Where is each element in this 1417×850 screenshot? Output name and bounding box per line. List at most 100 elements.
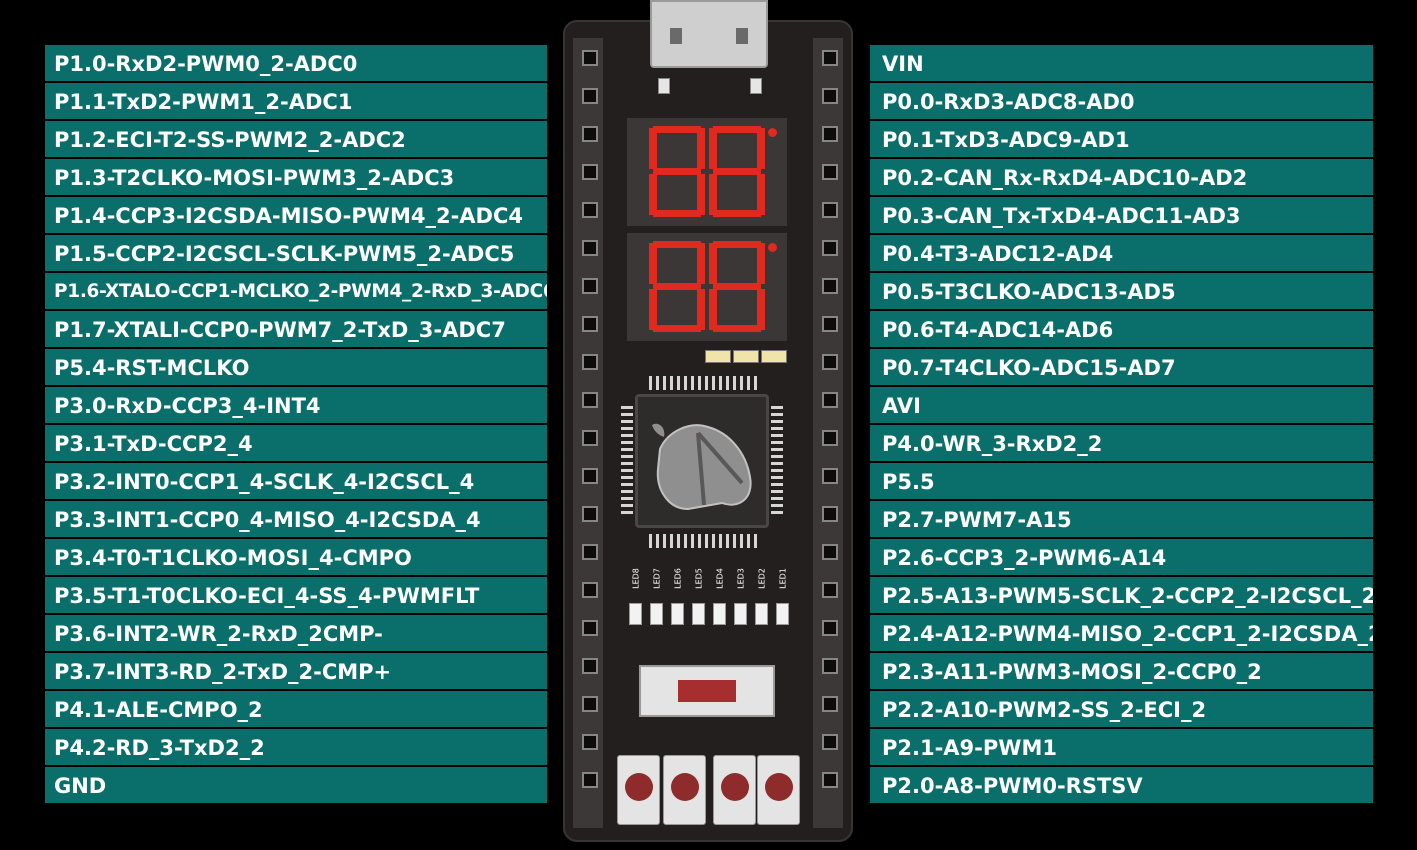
left-pin-labels: P1.0-RxD2-PWM0_2-ADC0 P1.1-TxD2-PWM1_2-AD… [45, 45, 547, 805]
pin-label: P2.0-A8-PWM0-RSTSV [870, 767, 1373, 803]
button-cap[interactable] [625, 773, 653, 801]
pin-label: P3.0-RxD-CCP3_4-INT4 [45, 387, 547, 423]
push-button[interactable] [617, 755, 660, 825]
segment [653, 283, 701, 290]
led [713, 603, 726, 625]
chip-pin [771, 469, 783, 472]
segment [653, 241, 701, 248]
pin-label: P1.4-CCP3-I2CSDA-MISO-PWM4_2-ADC4 [45, 197, 547, 233]
led-label: LED5 [694, 568, 704, 589]
chip-pin [621, 476, 633, 479]
seven-segment-display-bottom [627, 233, 787, 341]
pin-label: P3.4-T0-T1CLKO-MOSI_4-CMPO [45, 539, 547, 575]
decimal-point [768, 128, 777, 137]
led-label: LED6 [673, 568, 683, 589]
pin-label: P0.4-T3-ADC12-AD4 [870, 235, 1373, 271]
chip-pin [705, 534, 708, 548]
pin-label: P4.2-RD_3-TxD2_2 [45, 729, 547, 765]
segment [709, 174, 717, 215]
chip-pin [771, 434, 783, 437]
header-pin [575, 382, 601, 417]
segment [757, 128, 765, 169]
chip-pin [670, 376, 673, 390]
switch-knob[interactable] [678, 680, 736, 702]
pin-label: P3.5-T1-T0CLKO-ECI_4-SS_4-PWMFLT [45, 577, 547, 613]
segment [713, 325, 761, 332]
header-pin [575, 78, 601, 113]
segment [757, 289, 765, 330]
header-pin [815, 78, 841, 113]
chip-pin [754, 376, 757, 390]
left-pin-header [573, 38, 603, 828]
header-pin [575, 648, 601, 683]
chip-pin [771, 476, 783, 479]
usb-tab-right [750, 78, 762, 94]
header-pin [575, 192, 601, 227]
segment [713, 168, 761, 175]
chip-pin [691, 376, 694, 390]
chip-pin [740, 376, 743, 390]
chip-pin [740, 534, 743, 548]
pin-label: P1.0-RxD2-PWM0_2-ADC0 [45, 45, 547, 81]
segment [709, 243, 717, 284]
chip-pin [771, 420, 783, 423]
chip-pin [712, 534, 715, 548]
header-pin [575, 496, 601, 531]
chip-pin [771, 406, 783, 409]
push-button[interactable] [713, 755, 756, 825]
chip-pin [771, 413, 783, 416]
pin-label: P0.7-T4CLKO-ADC15-AD7 [870, 349, 1373, 385]
push-button[interactable] [757, 755, 800, 825]
smd-component [761, 350, 787, 363]
chip-pin [621, 469, 633, 472]
header-pin [575, 306, 601, 341]
chip-pin [621, 413, 633, 416]
header-pin [815, 610, 841, 645]
segment [653, 210, 701, 217]
led-label: LED2 [757, 568, 767, 589]
led [629, 603, 642, 625]
chip-logo-icon [652, 423, 752, 511]
chip-pin [771, 462, 783, 465]
right-pin-labels: VIN P0.0-RxD3-ADC8-AD0 P0.1-TxD3-ADC9-AD1 P… [870, 45, 1373, 805]
chip-pin [621, 497, 633, 500]
button-cap[interactable] [721, 773, 749, 801]
chip-pin [747, 376, 750, 390]
header-pin [575, 458, 601, 493]
header-pin [815, 40, 841, 75]
pin-label: VIN [870, 45, 1373, 81]
pin-label: P5.4-RST-MCLKO [45, 349, 547, 385]
segment [697, 289, 705, 330]
segment [649, 128, 657, 169]
header-pin [815, 116, 841, 151]
chip-pin [621, 406, 633, 409]
pin-label: P2.3-A11-PWM3-MOSI_2-CCP0_2 [870, 653, 1373, 689]
pin-label: GND [45, 767, 547, 803]
header-pin [815, 648, 841, 683]
slide-switch[interactable] [639, 665, 775, 717]
usb-tab-left [658, 78, 670, 94]
button-cap[interactable] [765, 773, 793, 801]
button-cap[interactable] [671, 773, 699, 801]
chip-pin [684, 534, 687, 548]
chip-pin [771, 490, 783, 493]
pin-label: P0.3-CAN_Tx-TxD4-ADC11-AD3 [870, 197, 1373, 233]
chip-pin [670, 534, 673, 548]
chip-pin [698, 534, 701, 548]
push-button[interactable] [663, 755, 706, 825]
header-pin [575, 420, 601, 455]
chip-pin [719, 376, 722, 390]
pin-label: P1.1-TxD2-PWM1_2-ADC1 [45, 83, 547, 119]
chip-pin [621, 490, 633, 493]
mcu-chip [635, 394, 769, 528]
header-pin [815, 230, 841, 265]
pin-label: P5.5 [870, 463, 1373, 499]
segment [713, 126, 761, 133]
segment [653, 126, 701, 133]
header-pin [575, 154, 601, 189]
chip-pin [656, 534, 659, 548]
header-pin [815, 268, 841, 303]
header-pin [575, 724, 601, 759]
chip-pin [649, 376, 652, 390]
chip-pin [726, 534, 729, 548]
